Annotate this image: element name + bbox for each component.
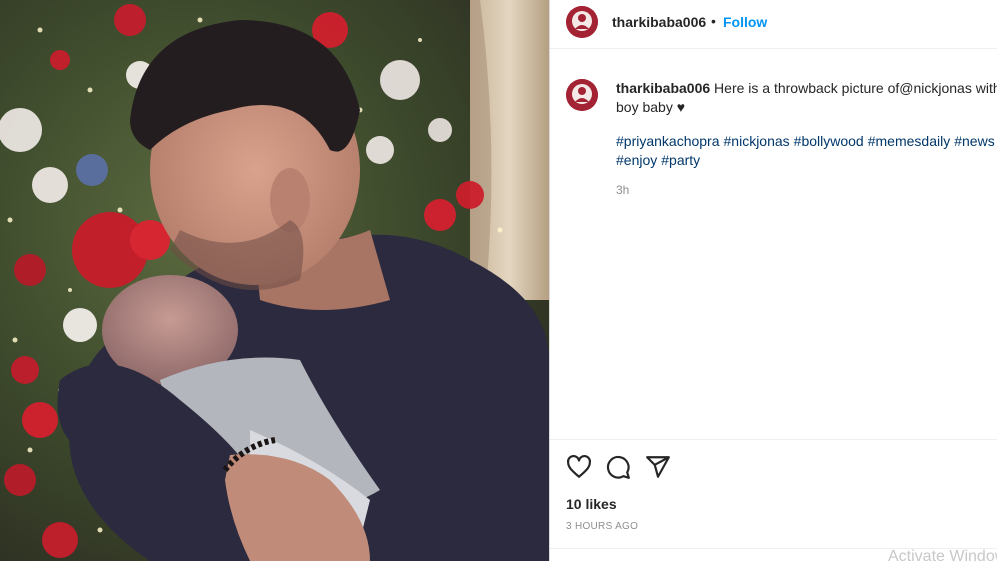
avatar-logo-icon [566,79,598,111]
hashtag-link[interactable]: #memesdaily [868,133,950,149]
caption-avatar[interactable] [566,79,598,111]
share-button[interactable] [645,454,671,480]
post-timestamp[interactable]: 3 HOURS AGO [566,521,638,532]
comment-button[interactable] [605,454,631,480]
hashtag-link[interactable]: #enjoy [616,152,657,168]
hashtag-list: #priyankachopra #nickjonas #bollywood #meme… [616,132,997,170]
hashtag-link[interactable]: #news [954,133,994,149]
photo-illustration [0,0,549,561]
comment-icon [606,455,630,479]
separator-dot: • [711,13,716,29]
avatar[interactable] [566,6,598,38]
post-side-panel: tharkibaba006 • Follow tharkibaba006 Her… [550,0,997,565]
avatar-logo-icon [566,6,598,38]
post-photo[interactable] [0,0,549,561]
heart-icon [567,454,591,478]
activate-windows-watermark: Activate Windows [888,548,997,565]
caption-username[interactable]: tharkibaba006 [616,80,710,96]
paper-plane-icon [646,456,670,478]
header-username[interactable]: tharkibaba006 [612,14,706,30]
likes-count[interactable]: 10 likes [566,496,617,512]
post-header: tharkibaba006 • Follow [550,0,997,49]
caption-line-1: Here is a throwback picture of@nickjonas… [710,80,997,96]
caption-line-2: boy baby ♥ [616,99,686,115]
hashtag-link[interactable]: #nickjonas [724,133,790,149]
actions-divider [550,439,997,440]
caption-text: tharkibaba006 Here is a throwback pictur… [616,79,997,117]
hashtag-link[interactable]: #party [661,152,700,168]
hashtag-link[interactable]: #bollywood [794,133,864,149]
caption-timestamp[interactable]: 3h [616,183,629,197]
like-button[interactable] [566,454,592,480]
hashtag-link[interactable]: #priyankachopra [616,133,720,149]
follow-button[interactable]: Follow [723,14,767,30]
